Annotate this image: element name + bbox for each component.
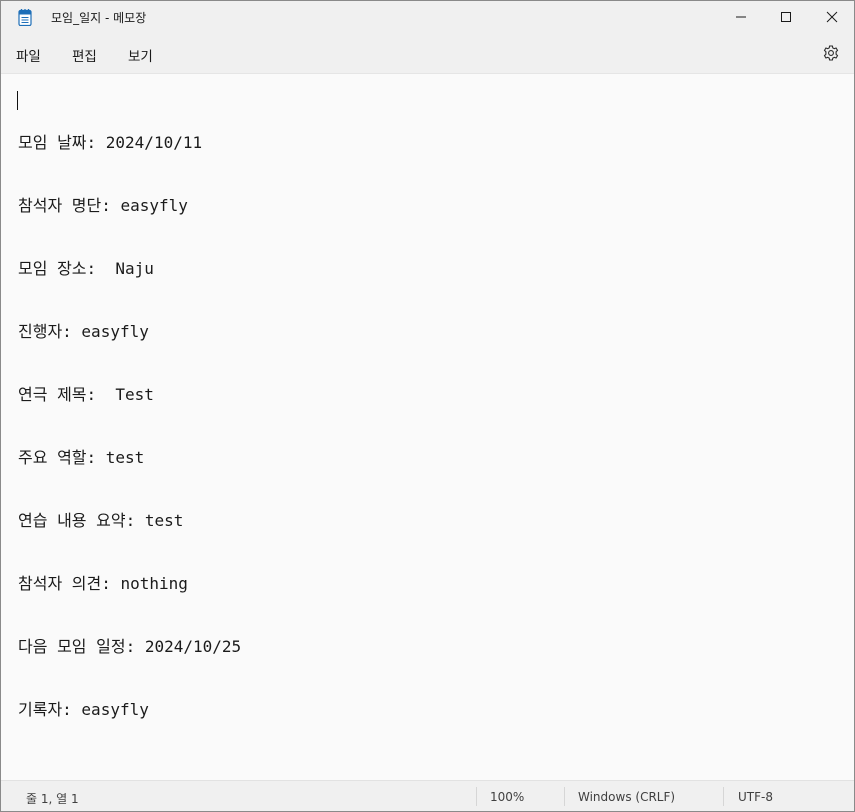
editor-line: 진행자: easyfly xyxy=(18,322,149,341)
line-ending[interactable]: Windows (CRLF) xyxy=(578,790,675,804)
editor-line: 기록자: easyfly xyxy=(18,700,149,719)
minimize-icon xyxy=(736,16,746,18)
editor-line: 모임 장소: Naju xyxy=(18,259,154,278)
text-editor[interactable]: 모임 날짜: 2024/10/11 참석자 명단: easyfly 모임 장소:… xyxy=(1,74,854,780)
encoding[interactable]: UTF-8 xyxy=(738,790,773,804)
close-icon xyxy=(826,11,838,23)
maximize-icon xyxy=(781,12,791,22)
editor-content[interactable]: 모임 날짜: 2024/10/11 참석자 명단: easyfly 모임 장소:… xyxy=(18,90,241,762)
status-bar: 줄 1, 열 1 100% Windows (CRLF) UTF-8 xyxy=(1,780,854,811)
close-button[interactable] xyxy=(809,1,854,33)
cursor-position: 줄 1, 열 1 xyxy=(26,792,79,806)
menu-edit[interactable]: 편집 xyxy=(72,45,97,65)
minimize-button[interactable] xyxy=(718,1,764,33)
menu-view[interactable]: 보기 xyxy=(128,45,153,65)
editor-line: 참석자 명단: easyfly xyxy=(18,196,188,215)
editor-line: 참석자 의견: nothing xyxy=(18,574,188,593)
window-title: 모임_일지 - 메모장 xyxy=(51,11,147,25)
zoom-level[interactable]: 100% xyxy=(490,790,524,804)
maximize-button[interactable] xyxy=(763,1,809,33)
menu-bar: 파일 편집 보기 xyxy=(1,33,854,74)
notepad-window: 모임_일지 - 메모장 파일 편집 보기 모임 날짜: 2024/10/11 참… xyxy=(0,0,855,812)
gear-icon[interactable] xyxy=(821,43,841,63)
editor-line: 연극 제목: Test xyxy=(18,385,154,404)
menu-file[interactable]: 파일 xyxy=(16,45,41,65)
editor-line: 다음 모임 일정: 2024/10/25 xyxy=(18,637,242,656)
editor-line: 주요 역할: test xyxy=(18,448,145,467)
status-divider xyxy=(723,787,724,806)
editor-line: 연습 내용 요약: test xyxy=(18,511,184,530)
title-bar[interactable]: 모임_일지 - 메모장 xyxy=(1,1,854,33)
editor-line: 모임 날짜: 2024/10/11 xyxy=(18,133,203,152)
status-divider xyxy=(476,787,477,806)
notepad-icon xyxy=(18,9,32,26)
status-divider xyxy=(564,787,565,806)
